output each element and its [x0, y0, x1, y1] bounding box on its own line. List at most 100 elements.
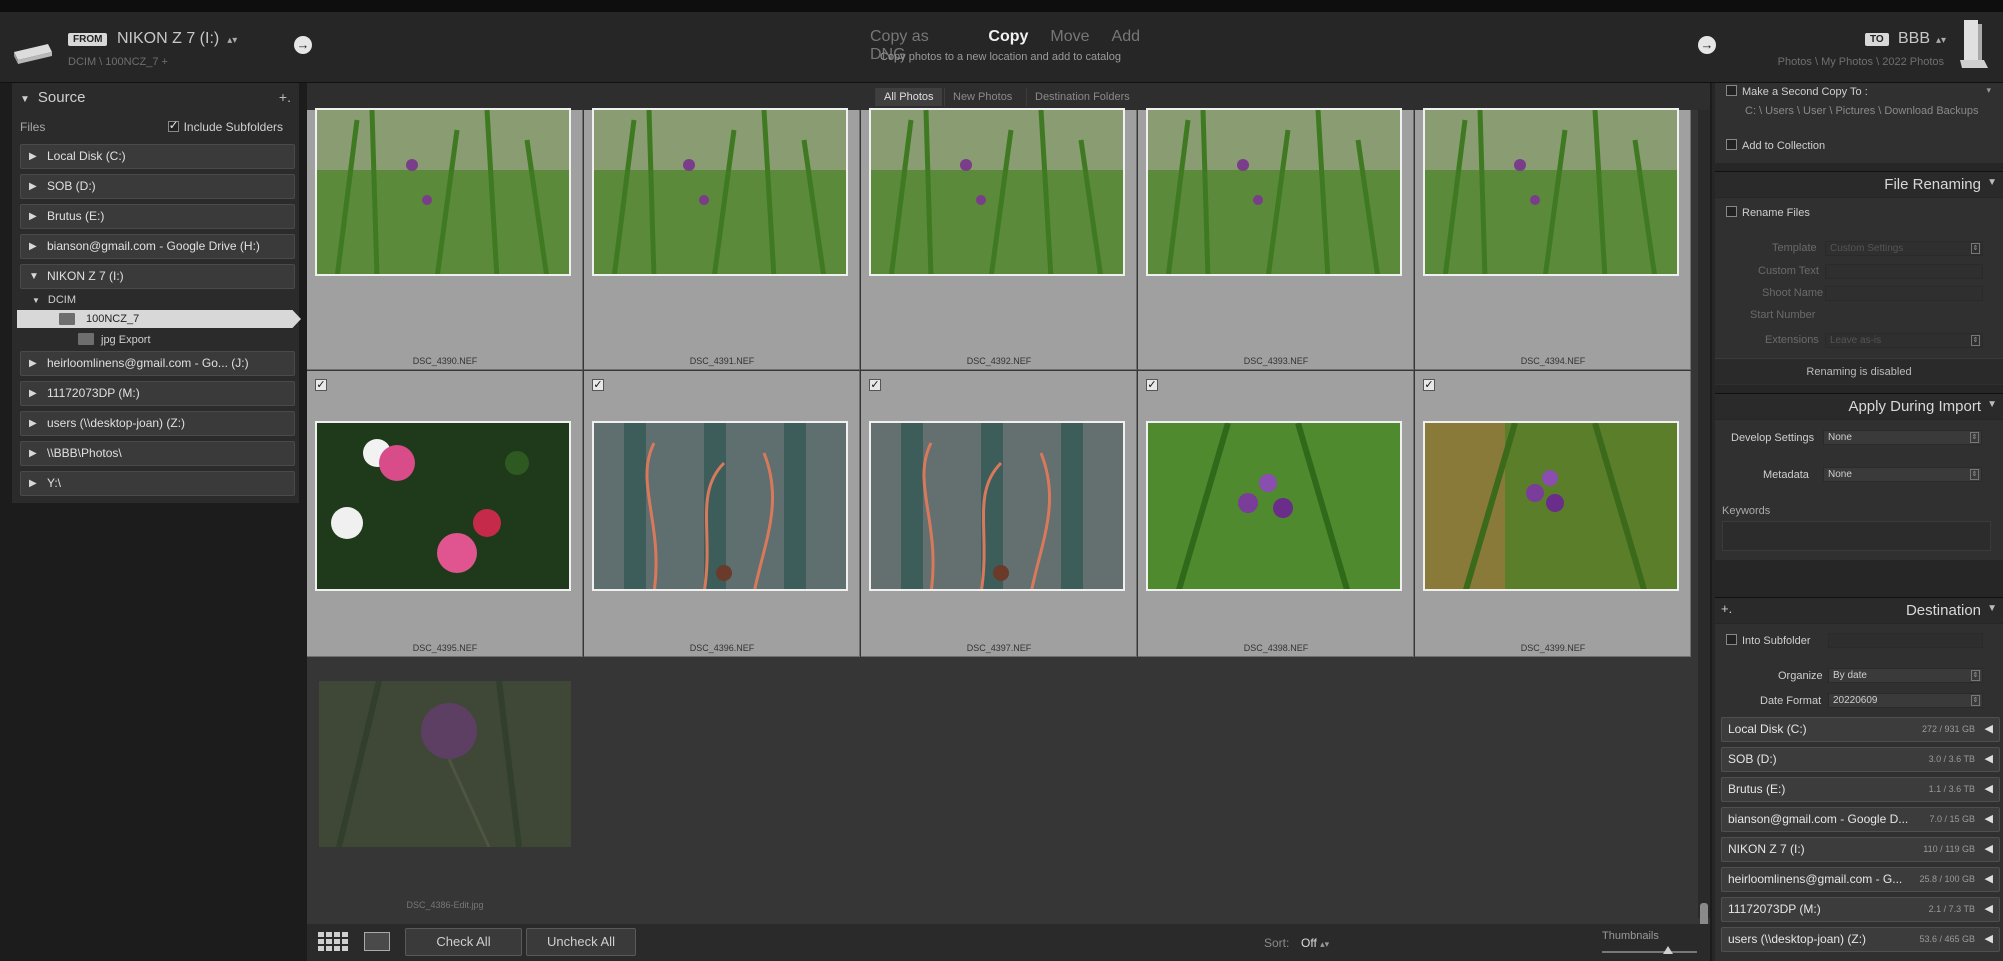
organize-select[interactable]: By date ⇕: [1828, 668, 1983, 683]
arrow-right-icon[interactable]: →: [294, 36, 312, 54]
slider-knob[interactable]: [1663, 946, 1673, 954]
collapse-triangle-icon: ▼: [1987, 177, 1997, 188]
into-subfolder-option[interactable]: Into Subfolder: [1726, 634, 1811, 647]
volume-item[interactable]: SOB (D:): [20, 174, 295, 199]
photo-thumbnail[interactable]: [592, 421, 848, 591]
photo-cell[interactable]: DSC_4394.NEF: [1415, 108, 1691, 370]
grid-scrollbar[interactable]: [1698, 110, 1710, 918]
destination-header[interactable]: +. Destination ▼: [1715, 597, 2003, 623]
source-header[interactable]: ▼ Source: [20, 89, 85, 106]
section-title: File Renaming: [1884, 176, 1981, 193]
rename-files-option[interactable]: Rename Files: [1726, 206, 1810, 219]
destination-volume[interactable]: Brutus (E:) 1.1 / 3.6 TB ◀: [1721, 777, 2000, 802]
destination-volume[interactable]: users (\\desktop-joan) (Z:) 53.6 / 465 GB…: [1721, 927, 2000, 952]
destination-volume[interactable]: Local Disk (C:) 272 / 931 GB ◀: [1721, 717, 2000, 742]
photo-thumbnail[interactable]: [315, 421, 571, 591]
photo-cell[interactable]: DSC_4390.NEF: [307, 108, 583, 370]
include-subfolders-toggle[interactable]: Include Subfolders: [167, 118, 283, 134]
photo-checkbox[interactable]: ✓: [1146, 379, 1158, 391]
photo-cell[interactable]: DSC_4391.NEF: [584, 108, 860, 370]
sort-select[interactable]: Off ▴▾: [1301, 936, 1329, 950]
add-destination-button[interactable]: +.: [1721, 601, 1732, 616]
chevron-down-icon[interactable]: ▾: [1986, 85, 1991, 96]
collapse-triangle-icon: ▼: [1987, 603, 1997, 614]
keywords-field[interactable]: [1722, 521, 1991, 551]
photo-cell[interactable]: ✓ DSC_4397.NEF: [861, 371, 1137, 657]
photo-thumbnail[interactable]: [592, 108, 848, 276]
file-renaming-header[interactable]: File Renaming ▼: [1715, 171, 2003, 197]
photo-thumbnail[interactable]: [315, 108, 571, 276]
photo-thumbnail[interactable]: [1146, 108, 1402, 276]
triangle-left-icon: ◀: [1984, 753, 1993, 765]
photo-cell[interactable]: ✓ DSC_4398.NEF: [1138, 371, 1414, 657]
photo-thumbnail[interactable]: [869, 421, 1125, 591]
destination-volume[interactable]: 11172073DP (M:) 2.1 / 7.3 TB ◀: [1721, 897, 2000, 922]
volume-name: Local Disk (C:): [1728, 722, 1807, 736]
photo-cell[interactable]: DSC_4392.NEF: [861, 108, 1137, 370]
volume-item[interactable]: heirloomlinens@gmail.com - Go... (J:): [20, 351, 295, 376]
volume-item[interactable]: Y:\: [20, 471, 295, 496]
check-all-button[interactable]: Check All: [405, 928, 522, 956]
photo-checkbox[interactable]: ✓: [869, 379, 881, 391]
tab-new-photos[interactable]: New Photos: [944, 88, 1020, 106]
photo-checkbox[interactable]: ✓: [315, 379, 327, 391]
photo-cell[interactable]: DSC_4393.NEF: [1138, 108, 1414, 370]
arrow-right-icon[interactable]: →: [1698, 36, 1716, 54]
subfolder-name-field[interactable]: [1828, 633, 1983, 648]
metadata-select[interactable]: None ⇕: [1823, 467, 1982, 482]
develop-settings-select[interactable]: None ⇕: [1823, 430, 1982, 445]
checkbox[interactable]: [167, 118, 179, 132]
date-format-select[interactable]: 20220609 ⇕: [1828, 693, 1983, 708]
up-down-arrows-icon: ⇕: [1970, 432, 1979, 443]
up-down-arrows-icon: ⇕: [1971, 695, 1980, 706]
volume-item[interactable]: Brutus (E:): [20, 204, 295, 229]
checkbox[interactable]: [1726, 206, 1737, 217]
thumbnail-size-slider[interactable]: [1602, 951, 1697, 953]
photo-thumbnail[interactable]: [1423, 421, 1679, 591]
volume-item[interactable]: users (\\desktop-joan) (Z:): [20, 411, 295, 436]
volume-capacity: 1.1 / 3.6 TB: [1928, 784, 1975, 794]
source-title: Source: [37, 89, 86, 106]
photo-cell[interactable]: ✓ DSC_4395.NEF: [307, 371, 583, 657]
volume-item[interactable]: \\BBB\Photos\: [20, 441, 295, 466]
loupe-view-icon[interactable]: [364, 932, 390, 951]
volume-item[interactable]: Local Disk (C:): [20, 144, 295, 169]
photo-grid-area: All Photos New Photos Destination Folder…: [307, 83, 1710, 961]
from-tag: FROM: [68, 33, 108, 46]
checkbox[interactable]: [1726, 634, 1737, 645]
photo-thumbnail-dimmed[interactable]: [319, 681, 571, 847]
photo-cell[interactable]: ✓ DSC_4396.NEF: [584, 371, 860, 657]
destination-volume[interactable]: NIKON Z 7 (I:) 110 / 119 GB ◀: [1721, 837, 2000, 862]
add-to-collection-option[interactable]: Add to Collection: [1726, 139, 1825, 152]
photo-thumbnail[interactable]: [1423, 108, 1679, 276]
shoot-name-field: [1825, 286, 1983, 301]
destination-volume[interactable]: SOB (D:) 3.0 / 3.6 TB ◀: [1721, 747, 2000, 772]
uncheck-all-button[interactable]: Uncheck All: [526, 928, 636, 956]
apply-during-import-header[interactable]: Apply During Import ▼: [1715, 393, 2003, 419]
collapse-triangle-icon: ▼: [20, 94, 30, 105]
tab-all-photos[interactable]: All Photos: [875, 88, 942, 106]
grid-view-icon[interactable]: [318, 932, 348, 952]
photo-thumbnail[interactable]: [1146, 421, 1402, 591]
add-source-button[interactable]: +.: [279, 89, 291, 105]
photo-cell[interactable]: ✓ DSC_4399.NEF: [1415, 371, 1691, 657]
destination-selector[interactable]: BBB ▴▾: [1898, 30, 1946, 48]
subfolder-item[interactable]: jpg Export: [101, 334, 151, 346]
destination-volume[interactable]: bianson@gmail.com - Google D... 7.0 / 15 …: [1721, 807, 2000, 832]
dcim-folder[interactable]: ▼ DCIM: [32, 294, 76, 306]
tab-destination-folders[interactable]: Destination Folders: [1026, 88, 1138, 106]
photo-checkbox[interactable]: ✓: [1423, 379, 1435, 391]
source-selector[interactable]: NIKON Z 7 (I:) ▴▾: [117, 30, 237, 48]
volume-item[interactable]: bianson@gmail.com - Google Drive (H:): [20, 234, 295, 259]
destination-volume[interactable]: heirloomlinens@gmail.com - G... 25.8 / 10…: [1721, 867, 2000, 892]
checkbox[interactable]: [1726, 139, 1737, 150]
checkbox[interactable]: [1726, 85, 1737, 96]
photo-thumbnail[interactable]: [869, 108, 1125, 276]
photo-checkbox[interactable]: ✓: [592, 379, 604, 391]
section-title: Apply During Import: [1848, 398, 1981, 415]
view-tabs: All Photos New Photos Destination Folder…: [307, 83, 1710, 110]
second-copy-option[interactable]: Make a Second Copy To :: [1726, 85, 1868, 98]
volume-item[interactable]: 11172073DP (M:): [20, 381, 295, 406]
volume-item-expanded[interactable]: NIKON Z 7 (I:): [20, 264, 295, 289]
shoot-name-label: Shoot Name: [1762, 287, 1824, 299]
